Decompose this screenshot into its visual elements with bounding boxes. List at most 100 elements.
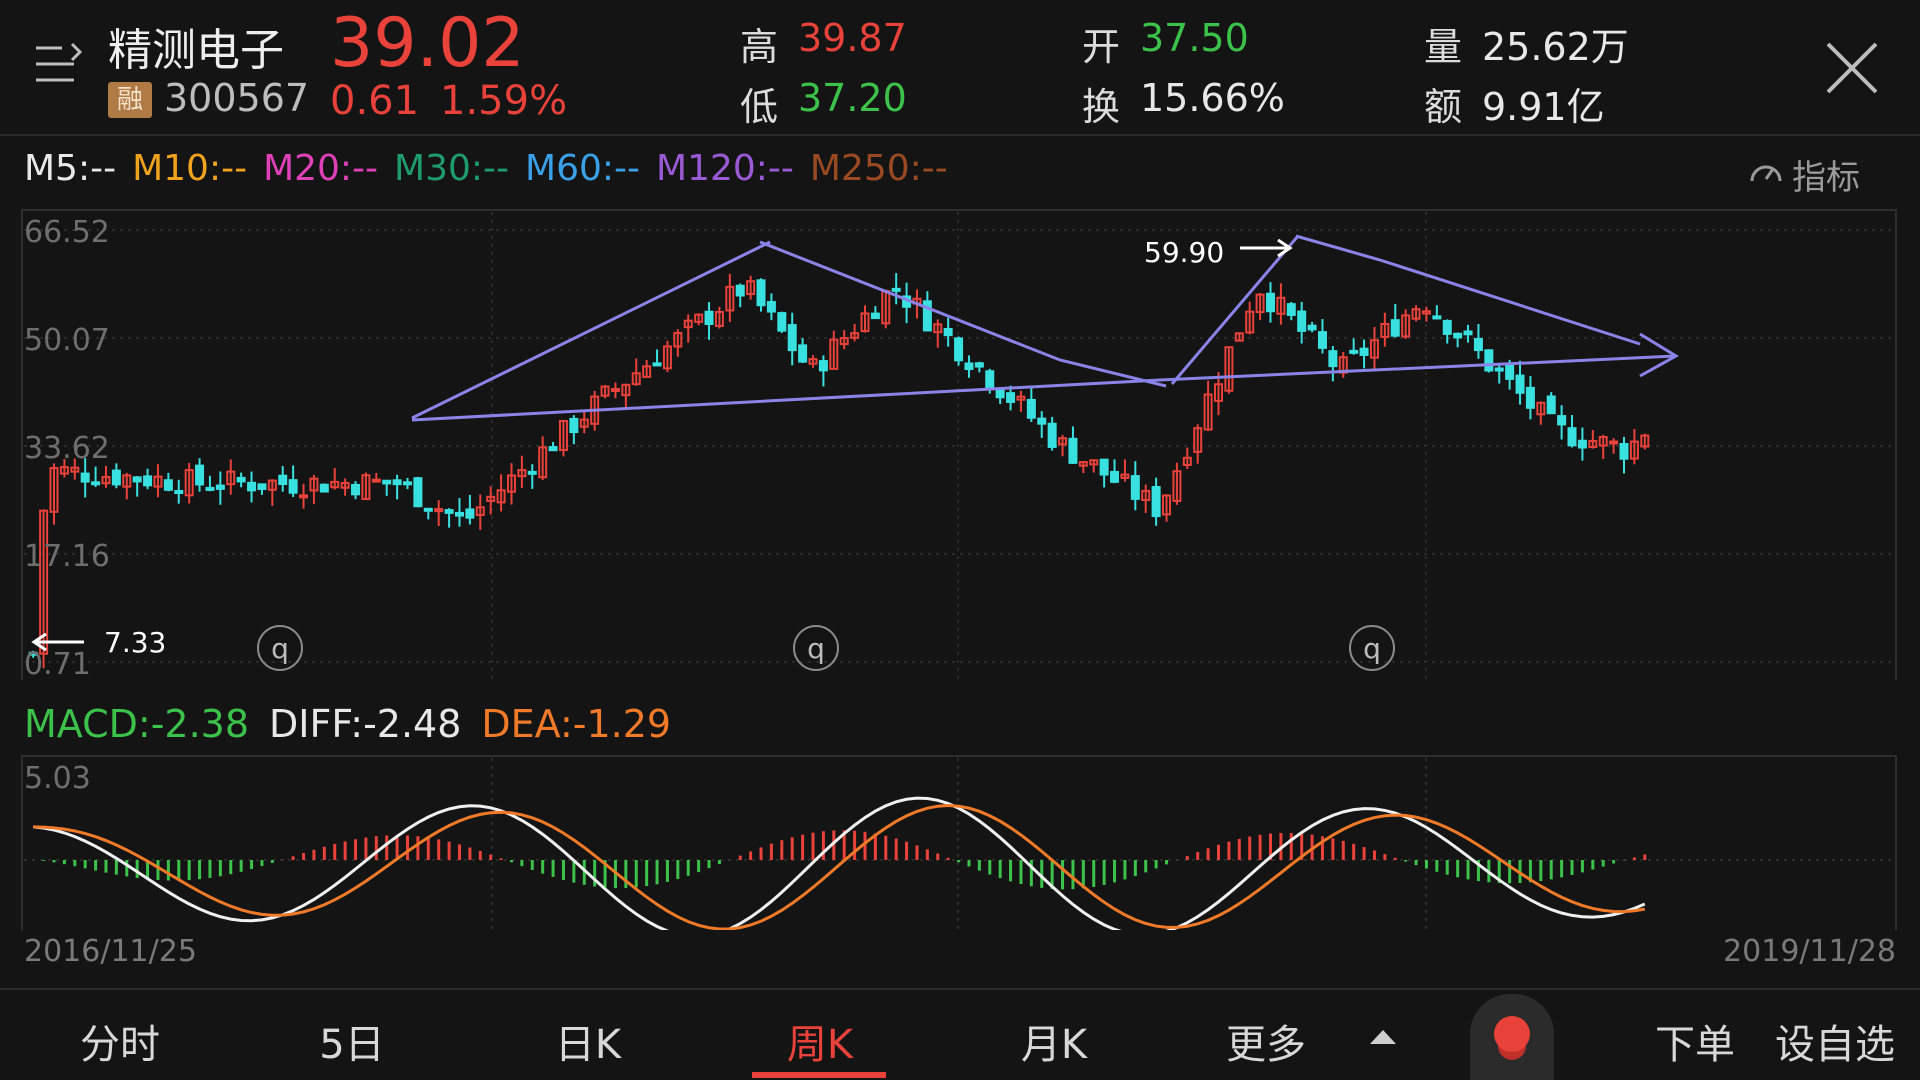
candle-body <box>278 474 288 486</box>
candle-body <box>964 362 974 371</box>
candle-body <box>195 464 205 486</box>
candle-body <box>174 489 184 495</box>
indicator-label: 指标 <box>1792 158 1860 198</box>
candle-body <box>91 481 101 486</box>
candle-body <box>1047 422 1057 448</box>
candle-body <box>985 370 995 390</box>
candle-body <box>995 389 1005 399</box>
candle-body <box>80 472 90 483</box>
low-price-label: 7.33 <box>104 626 166 659</box>
candle-body <box>111 469 121 486</box>
record-button[interactable] <box>1470 994 1554 1080</box>
candle-body <box>299 494 309 499</box>
candle-body <box>1494 367 1504 372</box>
candle-body <box>454 511 464 517</box>
candle-body <box>1505 364 1515 380</box>
stock-name: 精测电子 <box>108 25 284 76</box>
candle-body <box>132 476 142 483</box>
candle-body <box>1110 470 1120 483</box>
candle-body <box>215 484 225 490</box>
candle-body <box>319 483 329 493</box>
candle-body <box>1317 331 1327 349</box>
volume-value: 25.62万 <box>1482 25 1629 69</box>
ma20-label: M20:-- <box>263 148 379 189</box>
candle-body <box>756 279 766 307</box>
tab-weekly-k[interactable]: 周K <box>750 1012 890 1070</box>
candle-body <box>205 486 215 491</box>
dea-value: DEA:-1.29 <box>481 702 672 746</box>
macd-chart[interactable]: 5.03 <box>0 750 1920 930</box>
tab-monthly-k[interactable]: 月K <box>984 1012 1124 1070</box>
candle-body <box>1567 427 1577 447</box>
kline-chart[interactable]: 66.52 50.07 33.62 17.16 0.71 59.90 7.33 q q q <box>0 200 1920 680</box>
candle-body <box>288 479 298 494</box>
tab-intraday[interactable]: 分时 <box>50 1012 190 1070</box>
close-icon[interactable] <box>1824 40 1880 96</box>
y-tick-label: 33.62 <box>24 431 110 466</box>
low-label: 低 <box>740 85 779 129</box>
candle-body <box>1349 349 1359 354</box>
record-dot-icon <box>1494 1016 1530 1052</box>
candle-body <box>351 483 361 496</box>
candle-body <box>1297 310 1307 332</box>
candle-body <box>787 324 797 352</box>
amount-value: 9.91亿 <box>1482 85 1605 129</box>
candle-body <box>735 284 745 297</box>
candle-body <box>974 362 984 368</box>
x-axis-start: 2016/11/25 <box>24 934 197 969</box>
candle-body <box>236 476 246 483</box>
candle-body <box>818 360 828 372</box>
x-axis-end: 2019/11/28 <box>1723 934 1896 969</box>
turnover-label: 换 <box>1082 85 1121 129</box>
candle-body <box>954 337 964 362</box>
add-watchlist-button[interactable]: 设自选 <box>1770 1012 1900 1070</box>
candle-body <box>1130 475 1140 500</box>
indicator-button[interactable]: 指标 <box>1746 150 1860 199</box>
candle-body <box>891 287 901 292</box>
candle-body <box>371 478 381 483</box>
macd-legend: MACD:-2.38 DIFF:-2.48 DEA:-1.29 <box>24 702 671 746</box>
open-value: 37.50 <box>1140 16 1249 60</box>
candle-body <box>1328 350 1338 368</box>
diff-value: DIFF:-2.48 <box>269 702 462 746</box>
candle-body <box>777 312 787 332</box>
ma5-label: M5:-- <box>24 148 117 189</box>
candle-body <box>1442 319 1452 335</box>
candle-body <box>1473 337 1483 352</box>
ma120-label: M120:-- <box>656 148 794 189</box>
high-price-label: 59.90 <box>1144 236 1224 269</box>
ma10-label: M10:-- <box>132 148 248 189</box>
gauge-icon <box>1746 153 1786 197</box>
candle-body <box>1006 392 1016 403</box>
candle-body <box>1026 398 1036 419</box>
candle-body <box>548 446 558 452</box>
tab-more[interactable]: 更多 <box>1196 1012 1336 1070</box>
ma30-label: M30:-- <box>394 148 510 189</box>
trend-line <box>411 240 771 420</box>
tab-daily-k[interactable]: 日K <box>518 1012 658 1070</box>
candle-body <box>610 388 620 393</box>
order-button[interactable]: 下单 <box>1640 1012 1750 1070</box>
header-divider <box>0 134 1920 136</box>
chevron-up-icon[interactable] <box>1368 1028 1398 1052</box>
price-change-pct: 1.59% <box>440 78 568 124</box>
macd-top-tick: 5.03 <box>24 761 91 796</box>
candle-body <box>403 481 413 486</box>
candle-body <box>1515 374 1525 394</box>
candle-body <box>1037 417 1047 425</box>
candle-body <box>382 479 392 485</box>
candle-body <box>766 301 776 313</box>
current-price: 39.02 <box>330 4 525 83</box>
candle-body <box>1151 486 1161 518</box>
candle-body <box>1619 442 1629 460</box>
tab-5day[interactable]: 5日 <box>282 1012 422 1070</box>
ma60-label: M60:-- <box>525 148 641 189</box>
y-tick-label: 0.71 <box>24 647 91 680</box>
y-tick-label: 50.07 <box>24 323 110 358</box>
candle-body <box>527 470 537 475</box>
menu-icon[interactable] <box>34 42 84 86</box>
candle-body <box>257 483 267 490</box>
candle-body <box>704 310 714 325</box>
candle-body <box>423 507 433 512</box>
volume-label: 量 <box>1424 25 1463 69</box>
